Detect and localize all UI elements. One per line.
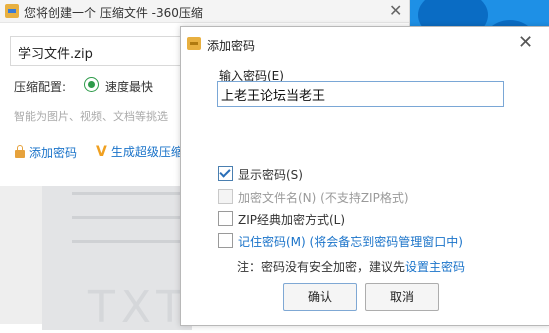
generate-sfx-link[interactable]: V 生成超级压缩 — [96, 143, 183, 160]
password-input[interactable]: 上老王论坛当老王 — [217, 81, 504, 107]
password-input-value: 上老王论坛当老王 — [221, 89, 326, 104]
zip-classic-checkbox[interactable] — [218, 211, 233, 226]
preview-line — [72, 192, 182, 195]
compress-config-label: 压缩配置: — [14, 80, 67, 94]
preview-line — [72, 240, 182, 243]
smart-hint-text: 智能为图片、视频、文档等挑选 — [14, 110, 168, 123]
ok-button[interactable]: 确认 — [283, 283, 357, 311]
dialog-title: 添加密码 — [207, 39, 256, 53]
archive-name-value: 学习文件.zip — [18, 47, 93, 62]
zip-classic-label[interactable]: ZIP经典加密方式(L) — [238, 211, 345, 228]
add-password-dialog: 添加密码 ✕ 输入密码(E) 上老王论坛当老王 显示密码(S) 加密文件名(N)… — [180, 26, 549, 326]
security-note: 注：密码没有安全加密，建议先设置主密码 — [237, 258, 465, 275]
compress-window-title: 您将创建一个 压缩文件 -360压缩 — [24, 6, 203, 20]
dialog-close-icon[interactable]: ✕ — [518, 33, 533, 53]
set-master-password-link[interactable]: 设置主密码 — [405, 260, 465, 274]
generate-sfx-label: 生成超级压缩 — [110, 145, 183, 159]
show-password-label[interactable]: 显示密码(S) — [238, 166, 303, 183]
encrypt-filenames-checkbox[interactable] — [218, 189, 233, 204]
encrypt-filenames-label: 加密文件名(N) (不支持ZIP格式) — [238, 191, 409, 205]
add-password-label: 添加密码 — [29, 146, 78, 160]
preview-line — [72, 216, 182, 219]
key-icon — [187, 37, 201, 50]
compress-mode-radio[interactable] — [84, 77, 99, 92]
lock-icon — [15, 145, 25, 158]
dialog-titlebar: 添加密码 ✕ — [181, 27, 549, 61]
app-360zip-icon — [5, 4, 19, 18]
remember-password-label[interactable]: 记住密码(M) (将会备忘到密码管理窗口中) — [238, 233, 463, 250]
archive-name-input[interactable]: 学习文件.zip — [10, 36, 181, 66]
add-password-link[interactable]: 添加密码 — [15, 144, 77, 161]
remember-password-checkbox[interactable] — [218, 233, 233, 248]
preview-file-type: TXT — [88, 282, 190, 333]
compress-window-titlebar: 您将创建一个 压缩文件 -360压缩 ✕ — [0, 0, 409, 23]
v-badge-icon: V — [96, 144, 107, 160]
compress-mode-label[interactable]: 速度最快 — [105, 78, 153, 95]
cancel-button[interactable]: 取消 — [365, 283, 439, 311]
security-note-text: 注：密码没有安全加密，建议先 — [237, 260, 406, 274]
show-password-checkbox[interactable] — [218, 166, 233, 181]
close-icon[interactable]: ✕ — [389, 1, 402, 20]
